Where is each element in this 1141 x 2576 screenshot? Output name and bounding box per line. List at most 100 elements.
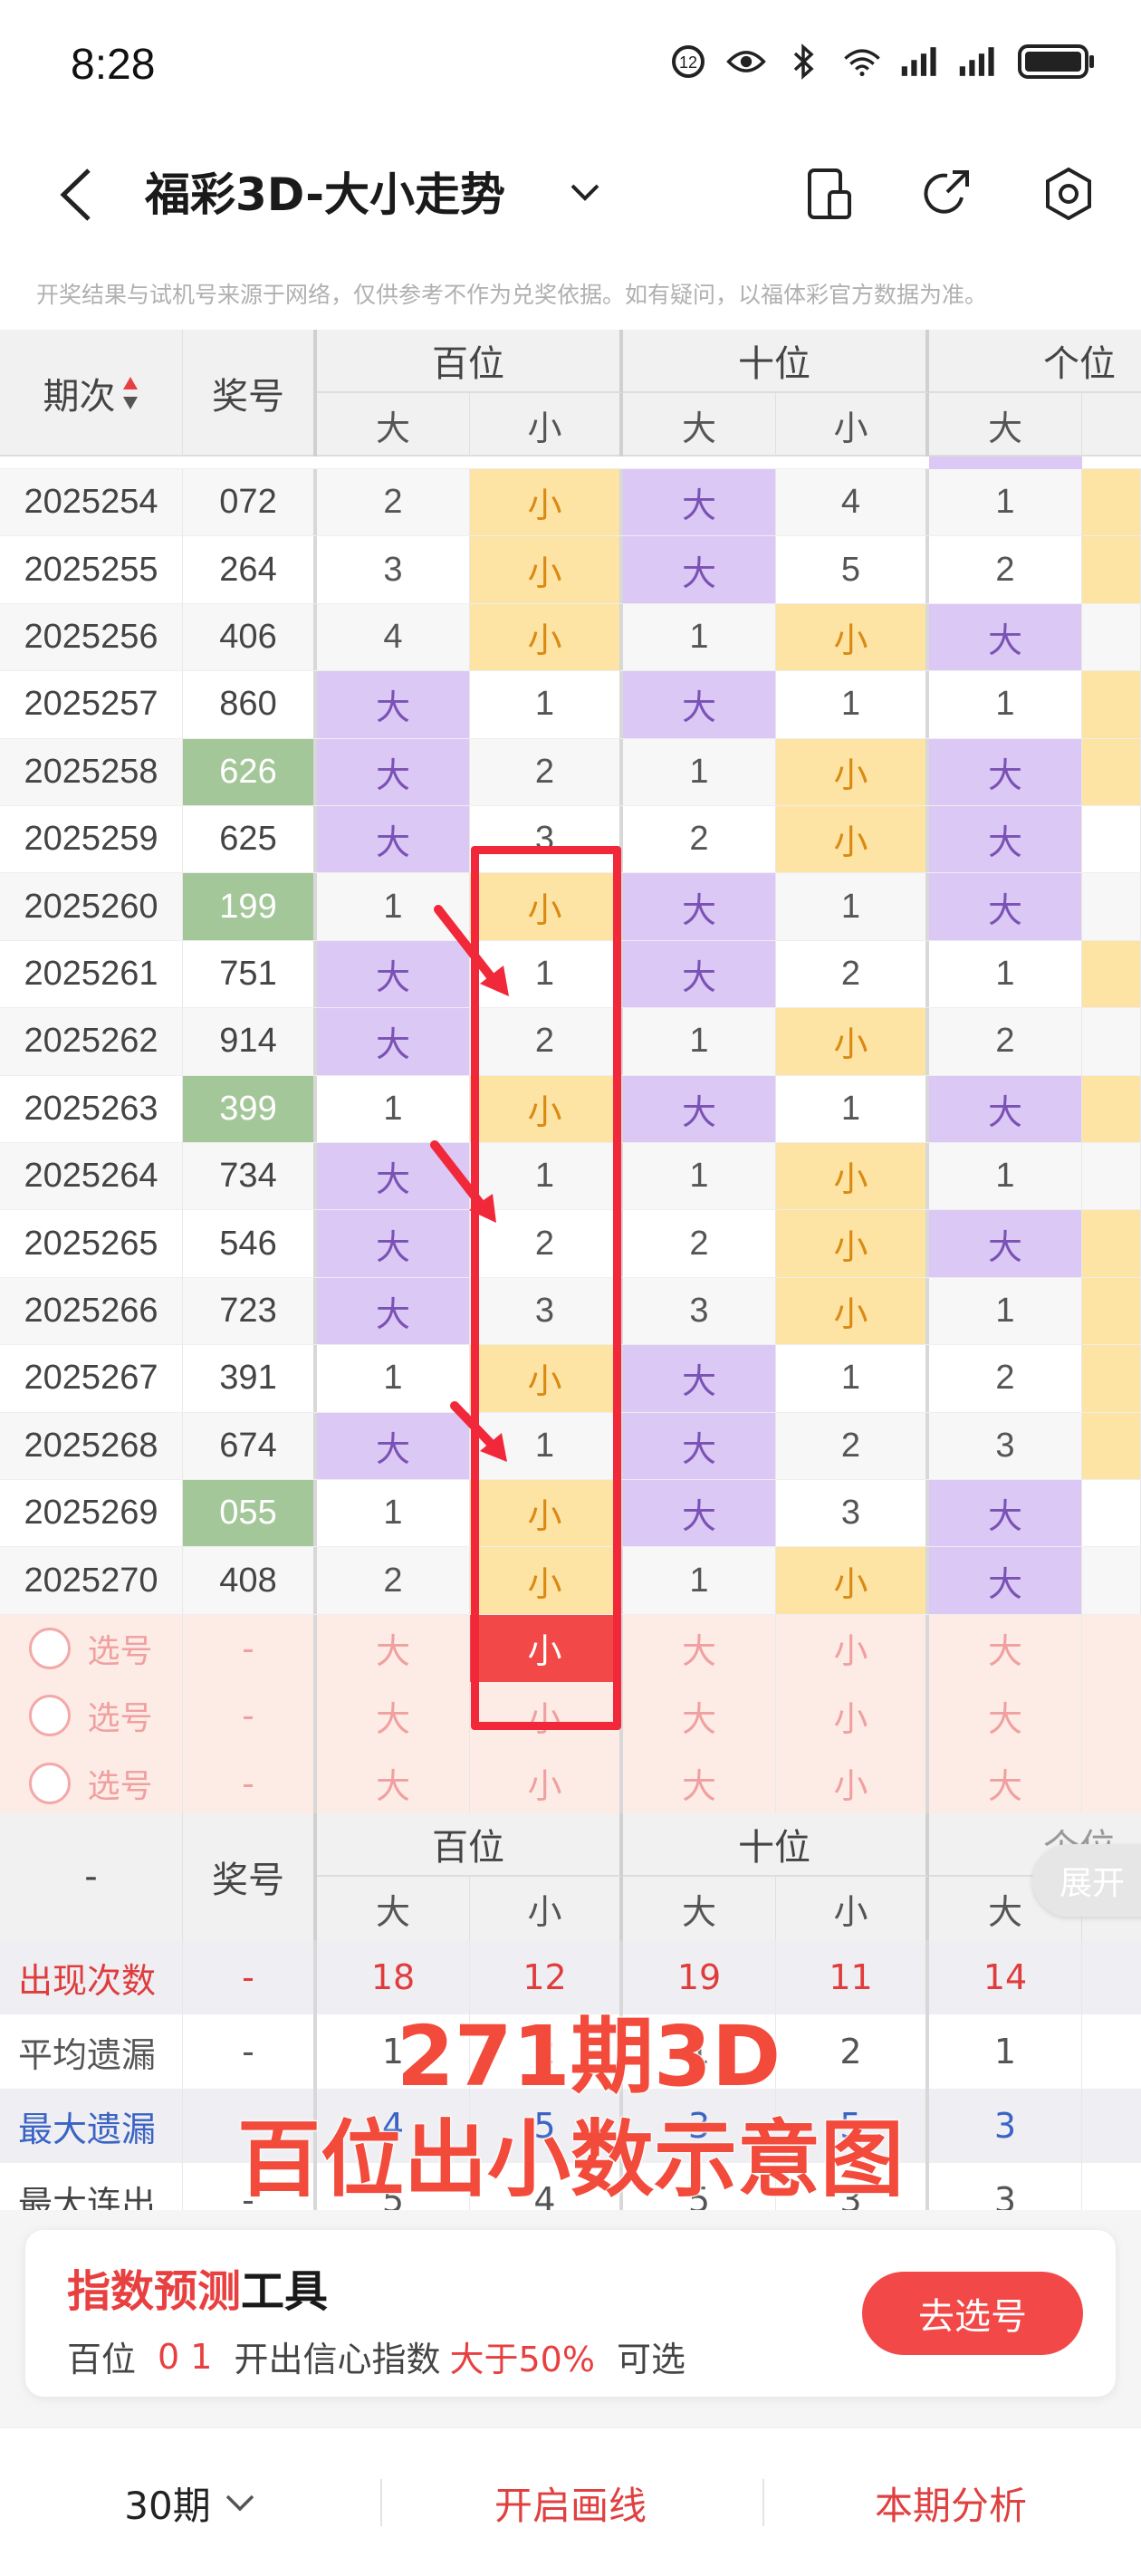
- radio-circle-icon[interactable]: [29, 1762, 72, 1804]
- page-title[interactable]: 福彩3D-大小走势: [145, 163, 505, 226]
- big-marker-cell: 大: [317, 738, 470, 805]
- radio-circle-icon[interactable]: [29, 1627, 72, 1669]
- draw-number-cell: 734: [183, 1143, 317, 1210]
- expand-button[interactable]: 展开: [1032, 1844, 1141, 1917]
- pick-big-option[interactable]: 大: [623, 1682, 776, 1750]
- units-small-partial-cell: [1082, 738, 1141, 805]
- stats-hundreds-header: 百位: [317, 1813, 623, 1877]
- pick-big-option[interactable]: 大: [929, 1682, 1082, 1750]
- divider: [380, 2479, 382, 2526]
- pick-small-option[interactable]: 小: [776, 1614, 929, 1683]
- units-small-partial-cell: [1082, 1345, 1141, 1412]
- small-marker-cell: 小: [470, 1345, 623, 1412]
- pick-small-option[interactable]: 小: [776, 1749, 929, 1817]
- big-marker-cell: 大: [929, 738, 1082, 805]
- period-count-selector[interactable]: 30期: [54, 2428, 326, 2576]
- share-button[interactable]: [915, 161, 980, 226]
- radio-circle-icon[interactable]: [29, 1695, 72, 1737]
- omission-cell: 1: [470, 671, 623, 738]
- units-small-partial-cell: [1082, 940, 1141, 1008]
- pick-toggle[interactable]: 选号: [0, 1749, 183, 1817]
- draw-number-cell: 406: [183, 603, 317, 671]
- draw-number-cell: 072: [183, 469, 317, 536]
- bluetooth-icon: [784, 43, 824, 80]
- pick-toggle[interactable]: 选号: [0, 1614, 183, 1683]
- small-marker-cell: 小: [776, 738, 929, 805]
- disclaimer-notice: 开奖结果与试机号来源于网络，仅供参考不作为兑奖依据。如有疑问，以福体彩官方数据为…: [36, 282, 988, 308]
- back-button[interactable]: [49, 163, 103, 226]
- table-row: 2025267 391 1 小大 1 2: [0, 1345, 1141, 1413]
- draw-number-cell: 199: [183, 873, 317, 940]
- units-small-partial-cell: [1082, 671, 1141, 738]
- units-small-partial-cell: [1082, 1143, 1141, 1210]
- period-cell: 2025256: [0, 603, 183, 671]
- big-marker-cell: 大: [623, 1412, 776, 1479]
- small-marker-cell: 小: [776, 1143, 929, 1210]
- pick-label: 选号: [87, 1767, 153, 1805]
- hundreds-big-header: 大: [317, 393, 470, 457]
- phone-tablet-icon: [808, 168, 851, 219]
- settings-button[interactable]: [1036, 161, 1101, 226]
- omission-cell: 3: [470, 1277, 623, 1345]
- small-marker-cell: 小: [470, 469, 623, 536]
- draw-number-cell: 264: [183, 536, 317, 603]
- tool-position: 百位: [67, 2340, 137, 2379]
- period-analysis-button[interactable]: 本期分析: [797, 2428, 1105, 2576]
- omission-cell: 1: [317, 873, 470, 940]
- units-small-partial-cell: [1082, 603, 1141, 671]
- big-marker-cell: 大: [929, 1075, 1082, 1142]
- status-icons: 12: [668, 43, 1098, 80]
- period-cell: 2025255: [0, 536, 183, 603]
- big-marker-cell: 大: [623, 671, 776, 738]
- omission-cell: 1: [929, 469, 1082, 536]
- omission-cell: 1: [929, 671, 1082, 738]
- omission-cell: 2: [317, 1547, 470, 1614]
- tool-suffix: 可选: [616, 2340, 686, 2379]
- tool-digits: 0 1: [158, 2336, 213, 2377]
- units-small-partial-cell: [1082, 1075, 1141, 1142]
- pick-big-option[interactable]: 大: [623, 1749, 776, 1817]
- stats-tens-header: 十位: [623, 1813, 929, 1877]
- stats-number-header: 奖号: [183, 1813, 317, 1940]
- period-cell: 2025259: [0, 806, 183, 873]
- pick-label: 选号: [87, 1632, 153, 1670]
- pick-small-option[interactable]: 小: [470, 1614, 623, 1683]
- table-row: 2025259 625 大 3 2 小大: [0, 806, 1141, 874]
- pick-big-option[interactable]: 大: [317, 1749, 470, 1817]
- units-small-partial-cell: [1082, 1277, 1141, 1345]
- stats-tens-small: 小: [776, 1877, 929, 1940]
- period-cell: 2025262: [0, 1008, 183, 1075]
- omission-cell: 4: [317, 603, 470, 671]
- omission-cell: 1: [623, 738, 776, 805]
- pick-small-option[interactable]: 小: [776, 1682, 929, 1750]
- table-row: 2025261 751 大 1 大 2 1: [0, 940, 1141, 1009]
- table-row: 2025270 408 2 小 1 小大: [0, 1547, 1141, 1615]
- big-marker-cell: 大: [623, 469, 776, 536]
- draw-number-cell: 055: [183, 1480, 317, 1547]
- signal-icon: [958, 45, 998, 78]
- omission-cell: 3: [929, 1412, 1082, 1479]
- bottom-bar: 30期 开启画线 本期分析: [0, 2427, 1141, 2576]
- draw-lines-button[interactable]: 开启画线: [398, 2428, 743, 2576]
- period-cell: 2025269: [0, 1480, 183, 1547]
- pick-big-option[interactable]: 大: [929, 1614, 1082, 1683]
- go-pick-button[interactable]: 去选号: [862, 2272, 1083, 2355]
- pick-small-option[interactable]: 小: [470, 1682, 623, 1750]
- period-cell: 2025267: [0, 1345, 183, 1412]
- pick-big-option[interactable]: 大: [317, 1682, 470, 1750]
- big-marker-cell: 大: [623, 1480, 776, 1547]
- pick-big-option[interactable]: 大: [623, 1614, 776, 1683]
- units-small-partial-cell: [1082, 873, 1141, 940]
- pick-small-option[interactable]: 小: [470, 1749, 623, 1817]
- units-small-partial-cell: [1082, 1412, 1141, 1479]
- period-sort-header[interactable]: 期次: [0, 330, 183, 457]
- hundreds-header: 百位: [317, 330, 623, 393]
- pick-big-option[interactable]: 大: [317, 1614, 470, 1683]
- divider: [762, 2479, 764, 2526]
- pick-big-option[interactable]: 大: [929, 1749, 1082, 1817]
- chevron-down-icon[interactable]: [567, 174, 603, 210]
- device-switch-button[interactable]: [797, 161, 862, 226]
- omission-cell: 2: [623, 806, 776, 873]
- omission-cell: 1: [776, 873, 929, 940]
- pick-toggle[interactable]: 选号: [0, 1682, 183, 1750]
